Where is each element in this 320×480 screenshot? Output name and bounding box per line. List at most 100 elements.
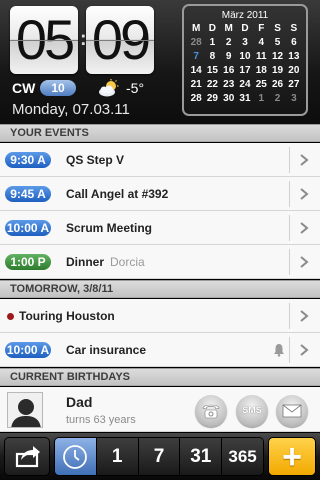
view-switcher: 1 7 31 365	[54, 437, 264, 476]
mini-calendar[interactable]: März 2011 M D M D F S S 28 1 2 3 4 5 6 7…	[182, 4, 308, 116]
row-divider	[289, 249, 290, 275]
mail-icon	[282, 404, 302, 418]
calendar-day[interactable]: 2	[221, 36, 237, 50]
calendar-day[interactable]: 11	[253, 50, 269, 64]
chevron-right-icon[interactable]	[298, 188, 310, 200]
cw-label: CW	[12, 80, 36, 96]
calendar-day[interactable]: 18	[253, 64, 269, 78]
calendar-day[interactable]: 1	[204, 36, 220, 50]
header: 05 : 09 CW 10 -5° Monday, 07.03.11 März …	[0, 0, 320, 124]
share-button[interactable]	[4, 437, 50, 476]
event-time-badge: 9:45 A	[5, 186, 51, 202]
calendar-day[interactable]: 29	[204, 92, 220, 106]
calendar-day[interactable]: 31	[237, 92, 253, 106]
calendar-day[interactable]: 6	[286, 36, 302, 50]
calendar-day[interactable]: 23	[221, 78, 237, 92]
calendar-day[interactable]: 3	[286, 92, 302, 106]
clock-minutes-text: 09	[91, 8, 151, 71]
view-today-button[interactable]	[55, 438, 97, 475]
email-button[interactable]	[276, 395, 308, 427]
current-date: Monday, 07.03.11	[12, 101, 130, 118]
event-row[interactable]: 9:45 A Call Angel at #392	[0, 177, 320, 211]
plus-icon: +	[282, 438, 302, 476]
calendar-day[interactable]: 26	[269, 78, 285, 92]
avatar	[7, 392, 43, 428]
weekday-label: D	[241, 23, 249, 34]
view-year-button[interactable]: 365	[222, 438, 263, 475]
view-week-button[interactable]: 7	[138, 438, 181, 475]
calendar-day[interactable]: 3	[237, 36, 253, 50]
event-time-badge: 10:00 A	[5, 220, 51, 236]
event-title: Scrum Meeting	[66, 221, 153, 235]
weekday-label: M	[224, 23, 233, 34]
mini-calendar-title: März 2011	[221, 10, 269, 21]
weekday-label: M	[191, 23, 201, 34]
row-divider	[289, 181, 290, 207]
calendar-day[interactable]: 2	[269, 92, 285, 106]
event-row[interactable]: 1:00 P Dinner Dorcia	[0, 245, 320, 279]
view-month-button[interactable]: 31	[180, 438, 223, 475]
weekday-label: S	[274, 23, 281, 34]
calendar-day[interactable]: 12	[269, 50, 285, 64]
calendar-day[interactable]: 20	[286, 64, 302, 78]
calendar-day[interactable]: 30	[221, 92, 237, 106]
event-title: QS Step V	[66, 153, 125, 167]
calendar-day[interactable]: 10	[237, 50, 253, 64]
chevron-right-icon[interactable]	[298, 310, 310, 322]
birthday-name: Dad	[66, 394, 93, 410]
weekday-label: S	[290, 23, 298, 34]
add-event-button[interactable]: +	[268, 437, 316, 476]
calendar-day[interactable]: 17	[237, 64, 253, 78]
birthday-row[interactable]: Dad turns 63 years SMS	[0, 387, 320, 432]
calendar-day[interactable]: 28	[188, 36, 204, 50]
sms-button[interactable]: SMS	[236, 395, 268, 427]
calendar-day[interactable]: 16	[221, 64, 237, 78]
chevron-right-icon[interactable]	[298, 344, 310, 356]
calendar-day-today[interactable]: 7	[188, 50, 204, 64]
event-title: Dinner Dorcia	[66, 255, 145, 269]
bottom-toolbar: 1 7 31 365 +	[0, 433, 320, 480]
calendar-day[interactable]: 4	[253, 36, 269, 50]
event-time-badge: 9:30 A	[5, 152, 51, 168]
event-row[interactable]: 9:30 A QS Step V	[0, 143, 320, 177]
calendar-day[interactable]: 9	[221, 50, 237, 64]
calendar-day[interactable]: 28	[188, 92, 204, 106]
temperature: -5°	[126, 80, 145, 96]
chevron-right-icon[interactable]	[298, 256, 310, 268]
event-title: Call Angel at #392	[66, 187, 169, 201]
person-silhouette-icon	[11, 399, 41, 427]
clock-hours: 05	[10, 6, 78, 74]
event-row[interactable]: Touring Houston	[0, 299, 320, 333]
calendar-day[interactable]: 19	[269, 64, 285, 78]
view-day-button[interactable]: 1	[96, 438, 139, 475]
birthday-detail: turns 63 years	[66, 414, 136, 426]
event-location: Dorcia	[110, 255, 145, 269]
calendar-day[interactable]: 14	[188, 64, 204, 78]
chevron-right-icon[interactable]	[298, 222, 310, 234]
calendar-day[interactable]: 5	[269, 36, 285, 50]
calendar-color-dot	[7, 313, 14, 320]
weekday-label: F	[258, 23, 265, 34]
clock-minutes: 09	[86, 6, 154, 74]
row-divider	[289, 337, 290, 363]
clock-hours-text: 05	[15, 8, 75, 71]
row-divider	[289, 303, 290, 329]
calendar-day[interactable]: 21	[188, 78, 204, 92]
calendar-day[interactable]: 8	[204, 50, 220, 64]
clock-icon	[63, 445, 88, 469]
calendar-day[interactable]: 13	[286, 50, 302, 64]
chevron-right-icon[interactable]	[298, 154, 310, 166]
calendar-day[interactable]: 25	[253, 78, 269, 92]
share-icon	[15, 446, 40, 468]
calendar-day[interactable]: 22	[204, 78, 220, 92]
calendar-day[interactable]: 27	[286, 78, 302, 92]
calendar-day[interactable]: 24	[237, 78, 253, 92]
event-row[interactable]: 10:00 A Scrum Meeting	[0, 211, 320, 245]
event-row[interactable]: 10:00 A Car insurance	[0, 333, 320, 367]
row-divider	[289, 147, 290, 173]
call-button[interactable]	[195, 395, 227, 427]
calendar-day[interactable]: 1	[253, 92, 269, 106]
event-title: Touring Houston	[19, 309, 115, 323]
cw-number-badge: 10	[40, 80, 76, 96]
calendar-day[interactable]: 15	[204, 64, 220, 78]
